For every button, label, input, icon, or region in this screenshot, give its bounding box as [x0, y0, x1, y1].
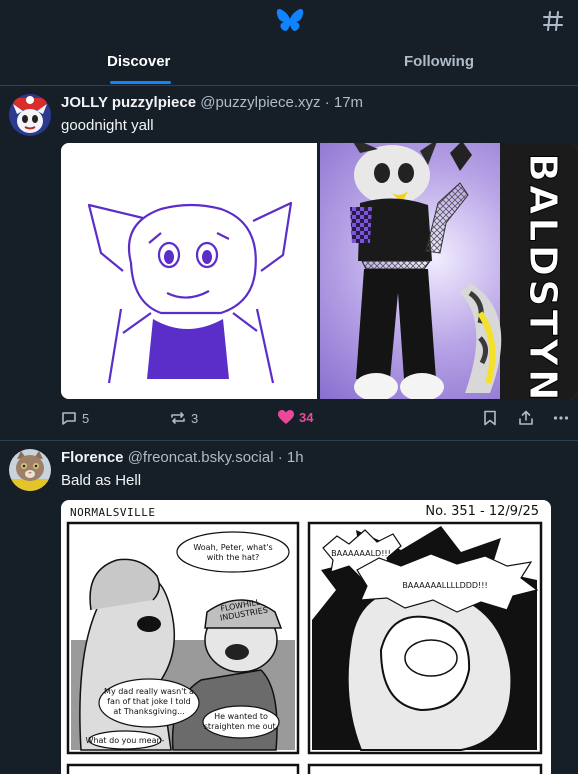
avatar[interactable] — [9, 94, 51, 136]
more-options-button[interactable] — [553, 410, 569, 426]
avatar[interactable] — [9, 449, 51, 491]
heart-icon — [278, 410, 294, 424]
reply-button[interactable]: 5 — [61, 410, 89, 426]
tab-discover[interactable]: Discover — [107, 53, 170, 70]
post-image-1[interactable] — [61, 143, 317, 399]
post-text: Bald as Hell — [61, 472, 142, 489]
active-tab-indicator — [110, 81, 171, 84]
more-icon — [553, 416, 569, 420]
speech-bubble-1-line-2: with the hat? — [207, 553, 260, 562]
author-handle[interactable]: @freoncat.bsky.social — [128, 449, 274, 466]
repost-button[interactable]: 3 — [170, 410, 198, 426]
hash-icon[interactable] — [542, 10, 564, 32]
butterfly-icon[interactable] — [276, 8, 304, 34]
share-button[interactable] — [518, 410, 534, 426]
author-name[interactable]: JOLLY puzzylpiece — [61, 94, 196, 111]
speech-bubble-2-line-1: My dad really wasn't a — [104, 687, 194, 696]
post-card[interactable]: JOLLY puzzylpiece @puzzylpiece.xyz · 17m… — [0, 86, 578, 441]
repost-icon — [171, 412, 185, 424]
like-button[interactable]: 34 — [278, 410, 313, 425]
speech-bubble-2-line-2: fan of that joke I told — [107, 697, 191, 706]
post-image-2[interactable]: BALDSTYN — [320, 143, 577, 399]
post-header: Florence @freoncat.bsky.social · 1h — [61, 449, 304, 466]
tab-following[interactable]: Following — [404, 53, 474, 70]
repost-count: 3 — [191, 410, 199, 426]
speech-bubble-3-line-1: He wanted to — [214, 712, 268, 721]
bookmark-icon — [484, 410, 496, 426]
author-handle[interactable]: @puzzylpiece.xyz — [200, 94, 320, 111]
share-icon — [519, 410, 533, 425]
speech-bubble-2-line-3: at Thanksgiving... — [113, 707, 184, 716]
shout-text-2: BAAAAAALLLLDDD!!! — [402, 581, 487, 590]
shout-text-1: BAAAAAALD!!! — [331, 549, 391, 558]
speech-bubble-3-line-2: straighten me out. — [204, 722, 278, 731]
post-image-comic[interactable]: NORMALSVILLE No. 351 - 12/9/25 FLOWHILL … — [61, 500, 551, 774]
post-text: goodnight yall — [61, 117, 154, 134]
like-count: 34 — [299, 410, 314, 425]
image-side-text: BALDSTYN — [521, 153, 565, 399]
reply-count: 5 — [82, 410, 90, 426]
author-name[interactable]: Florence — [61, 449, 124, 466]
reply-icon — [62, 412, 76, 425]
top-bar: Discover Following — [0, 0, 578, 86]
post-header: JOLLY puzzylpiece @puzzylpiece.xyz · 17m — [61, 94, 363, 111]
post-card[interactable]: Florence @freoncat.bsky.social · 1h Bald… — [0, 441, 578, 774]
speech-bubble-1-line-1: Woah, Peter, what's — [193, 543, 272, 552]
post-time[interactable]: · 1h — [278, 449, 304, 466]
post-time[interactable]: · 17m — [325, 94, 363, 111]
speech-bubble-4: What do you mean- — [86, 736, 165, 745]
bookmark-button[interactable] — [483, 410, 497, 426]
